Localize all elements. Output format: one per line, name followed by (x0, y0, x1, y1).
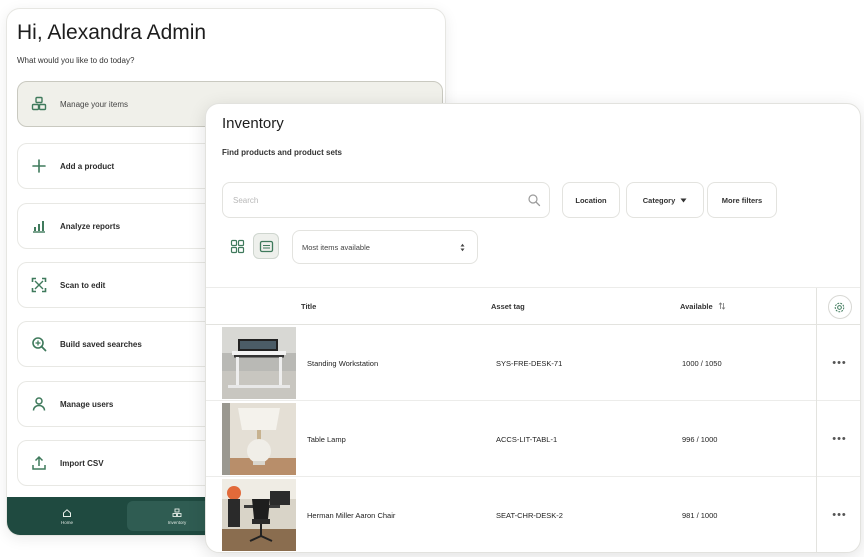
greeting-title: Hi, Alexandra Admin (17, 21, 207, 44)
inventory-panel: Inventory Find products and product sets… (205, 103, 861, 553)
row-more-button[interactable]: ••• (816, 401, 860, 477)
table-settings-button[interactable] (827, 295, 852, 319)
user-icon (30, 395, 48, 413)
location-filter-button[interactable]: Location (562, 182, 620, 218)
row-available: 1000 / 1050 (682, 359, 722, 368)
page-subtitle: Find products and product sets (222, 148, 343, 157)
boxes-icon (30, 95, 48, 113)
menu-item-label: Manage users (60, 399, 114, 409)
column-header-asset-tag[interactable]: Asset tag (491, 302, 525, 311)
grid-view-button[interactable] (224, 233, 250, 259)
list-view-button[interactable] (253, 233, 279, 259)
more-filters-button[interactable]: More filters (707, 182, 777, 218)
category-filter-button[interactable]: Category (626, 182, 704, 218)
menu-item-label: Scan to edit (60, 280, 106, 290)
page-title: Inventory (222, 115, 284, 132)
search-input[interactable] (233, 195, 527, 205)
row-asset-tag: SYS-FRE-DESK-71 (496, 359, 563, 368)
row-asset-tag: ACCS-LIT-TABL-1 (496, 435, 558, 444)
caret-down-icon (680, 198, 687, 202)
row-available: 996 / 1000 (682, 435, 718, 444)
sort-arrows-icon[interactable] (718, 302, 726, 310)
plus-icon (30, 157, 48, 175)
more-horizontal-icon: ••• (832, 509, 847, 521)
search-field[interactable] (222, 182, 550, 218)
table-row[interactable]: Standing Workstation SYS-FRE-DESK-71 100… (206, 325, 860, 401)
sort-select[interactable]: Most items available (292, 230, 478, 264)
nav-tab-home[interactable]: Home (17, 501, 117, 531)
search-icon[interactable] (527, 193, 541, 207)
product-image-table-lamp (222, 403, 296, 475)
list-view-icon (259, 240, 273, 252)
greeting-subtitle: What would you like to do today? (17, 56, 135, 65)
nav-tab-label: Home (60, 519, 73, 525)
row-title[interactable]: Standing Workstation (307, 359, 378, 368)
more-filters-label: More filters (721, 195, 763, 205)
more-horizontal-icon: ••• (832, 433, 847, 445)
upload-icon (30, 454, 48, 472)
search-plus-icon (30, 335, 48, 353)
menu-item-label: Manage your items (60, 99, 129, 109)
row-title[interactable]: Herman Miller Aaron Chair (307, 511, 395, 520)
grid-view-icon (230, 239, 244, 253)
location-filter-label: Location (575, 195, 607, 205)
table-row[interactable]: Herman Miller Aaron Chair SEAT-CHR-DESK-… (206, 477, 860, 552)
sort-select-value: Most items available (302, 242, 370, 252)
column-header-available-label: Available (680, 302, 713, 311)
row-title[interactable]: Table Lamp (307, 435, 346, 444)
table-header: Title Asset tag Available (206, 287, 860, 326)
scan-icon (30, 276, 48, 294)
menu-item-label: Build saved searches (60, 339, 142, 349)
column-header-available[interactable]: Available (680, 302, 726, 311)
product-image-standing-workstation (222, 327, 296, 399)
table-row[interactable]: Table Lamp ACCS-LIT-TABL-1 996 / 1000 ••… (206, 401, 860, 477)
sort-caret-icon (460, 243, 465, 251)
row-asset-tag: SEAT-CHR-DESK-2 (496, 511, 563, 520)
inventory-icon (172, 508, 182, 517)
row-more-button[interactable]: ••• (816, 477, 860, 552)
category-filter-label: Category (642, 195, 676, 205)
column-header-title[interactable]: Title (301, 302, 316, 311)
table-settings-cell (816, 288, 860, 326)
nav-tab-label: Inventory (167, 519, 187, 525)
menu-item-label: Import CSV (60, 458, 104, 468)
home-icon (63, 508, 71, 517)
menu-item-label: Add a product (60, 161, 115, 171)
product-image-aeron-chair (222, 479, 296, 551)
menu-item-label: Analyze reports (60, 221, 121, 231)
row-available: 981 / 1000 (682, 511, 718, 520)
more-horizontal-icon: ••• (832, 357, 847, 369)
gear-icon (834, 302, 845, 312)
row-more-button[interactable]: ••• (816, 325, 860, 401)
bar-chart-icon (30, 217, 48, 235)
